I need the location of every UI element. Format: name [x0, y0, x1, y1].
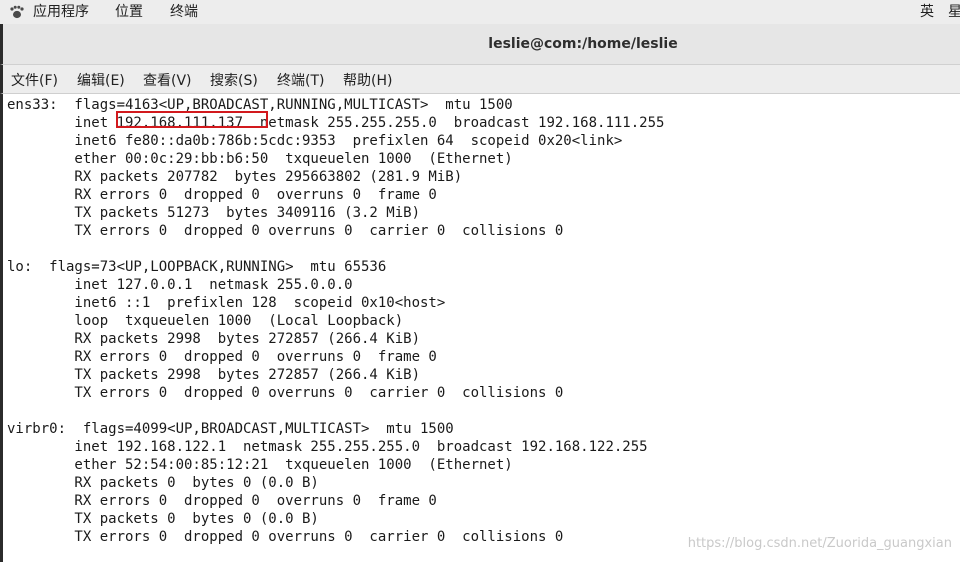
terminal-line: TX packets 51273 bytes 3409116 (3.2 MiB)	[7, 205, 421, 221]
menu-search[interactable]: 搜索(S)	[210, 70, 258, 90]
clock-day[interactable]: 星	[948, 3, 960, 21]
terminal-line: ether 00:0c:29:bb:b6:50 txqueuelen 1000 …	[7, 151, 513, 167]
menu-view[interactable]: 查看(V)	[143, 70, 192, 90]
terminal-line: TX packets 0 bytes 0 (0.0 B)	[7, 511, 319, 527]
ip-highlight-box	[116, 111, 268, 128]
watermark: https://blog.csdn.net/Zuorida_guangxian	[687, 536, 952, 551]
terminal-line: RX packets 2998 bytes 272857 (266.4 KiB)	[7, 331, 421, 347]
terminal-line: RX errors 0 dropped 0 overruns 0 frame 0	[7, 187, 437, 203]
terminal-line: TX errors 0 dropped 0 overruns 0 carrier…	[7, 223, 564, 239]
terminal-line: loop txqueuelen 1000 (Local Loopback)	[7, 313, 404, 329]
terminal-line: TX packets 2998 bytes 272857 (266.4 KiB)	[7, 367, 421, 383]
terminal-app-menu[interactable]: 终端	[170, 3, 198, 21]
input-method-indicator[interactable]: 英	[920, 3, 934, 21]
terminal-line: inet6 fe80::da0b:786b:5cdc:9353 prefixle…	[7, 133, 623, 149]
window-title: leslie@com:/home/leslie	[488, 36, 678, 52]
terminal-menubar: 文件(F) 编辑(E) 查看(V) 搜索(S) 终端(T) 帮助(H)	[0, 65, 960, 93]
terminal-line: RX packets 0 bytes 0 (0.0 B)	[7, 475, 319, 491]
terminal-output[interactable]: ens33: flags=4163<UP,BROADCAST,RUNNING,M…	[0, 93, 960, 562]
terminal-line: inet 192.168.111.137 netmask 255.255.255…	[7, 115, 665, 131]
terminal-line: virbr0: flags=4099<UP,BROADCAST,MULTICAS…	[7, 421, 454, 437]
terminal-line: RX errors 0 dropped 0 overruns 0 frame 0	[7, 349, 437, 365]
menu-terminal[interactable]: 终端(T)	[277, 70, 324, 90]
applications-menu[interactable]: 应用程序	[33, 3, 89, 21]
terminal-line: inet6 ::1 prefixlen 128 scopeid 0x10<hos…	[7, 295, 446, 311]
places-menu[interactable]: 位置	[115, 3, 143, 21]
terminal-line: TX errors 0 dropped 0 overruns 0 carrier…	[7, 529, 564, 545]
terminal-line: ether 52:54:00:85:12:21 txqueuelen 1000 …	[7, 457, 513, 473]
menu-file[interactable]: 文件(F)	[11, 70, 58, 90]
window-titlebar[interactable]: leslie@com:/home/leslie	[0, 24, 960, 65]
terminal-line: TX errors 0 dropped 0 overruns 0 carrier…	[7, 385, 564, 401]
system-top-bar: 应用程序 位置 终端 英 星	[0, 0, 960, 24]
terminal-line: inet 192.168.122.1 netmask 255.255.255.0…	[7, 439, 648, 455]
menu-help[interactable]: 帮助(H)	[343, 70, 392, 90]
menu-edit[interactable]: 编辑(E)	[77, 70, 125, 90]
terminal-line: RX errors 0 dropped 0 overruns 0 frame 0	[7, 493, 437, 509]
terminal-line: inet 127.0.0.1 netmask 255.0.0.0	[7, 277, 353, 293]
terminal-line: RX packets 207782 bytes 295663802 (281.9…	[7, 169, 463, 185]
terminal-line: lo: flags=73<UP,LOOPBACK,RUNNING> mtu 65…	[7, 259, 387, 275]
gnome-foot-icon	[10, 5, 24, 19]
